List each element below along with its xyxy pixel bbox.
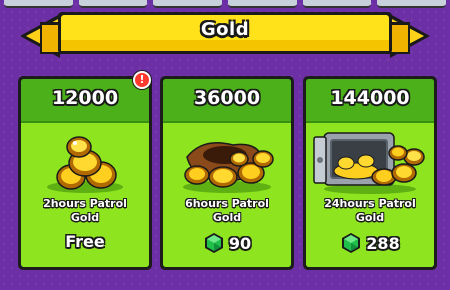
price-text: 90	[228, 233, 252, 253]
price-text: Free	[65, 232, 105, 251]
offer-amount: 12000	[51, 87, 119, 109]
offer-price[interactable]: 288	[306, 232, 434, 254]
green-gem-icon	[342, 233, 361, 253]
offer-card-12000[interactable]: 12000 2hours Patrol Gold Free	[18, 76, 152, 270]
section-banner: Gold	[0, 0, 450, 70]
offer-amount: 36000	[193, 87, 261, 109]
banner-title: Gold	[200, 19, 250, 40]
alert-badge-icon: !	[133, 71, 151, 89]
gold-sack-icon	[183, 142, 274, 193]
offer-card-36000[interactable]: 36000 6hours Patrol Gold 90	[160, 76, 294, 270]
offer-price[interactable]: 90	[163, 232, 291, 254]
offer-desc-line1: 6hours Patrol	[185, 197, 269, 210]
offer-desc-line2: Gold	[70, 211, 100, 224]
offer-desc-line2: Gold	[212, 211, 242, 224]
offer-desc-line1: 24hours Patrol	[324, 197, 416, 210]
offer-desc-line1: 2hours Patrol	[43, 197, 127, 210]
green-gem-icon	[204, 233, 223, 253]
offer-price[interactable]: Free	[21, 232, 149, 251]
price-text: 288	[366, 233, 400, 253]
offer-amount: 144000	[330, 87, 410, 109]
offer-desc-line2: Gold	[355, 211, 385, 224]
offer-card-144000[interactable]: 144000 24hours Patrol Gold 288	[303, 76, 437, 270]
gold-safe-icon	[313, 132, 425, 194]
gold-coin-pile-icon	[47, 136, 123, 193]
